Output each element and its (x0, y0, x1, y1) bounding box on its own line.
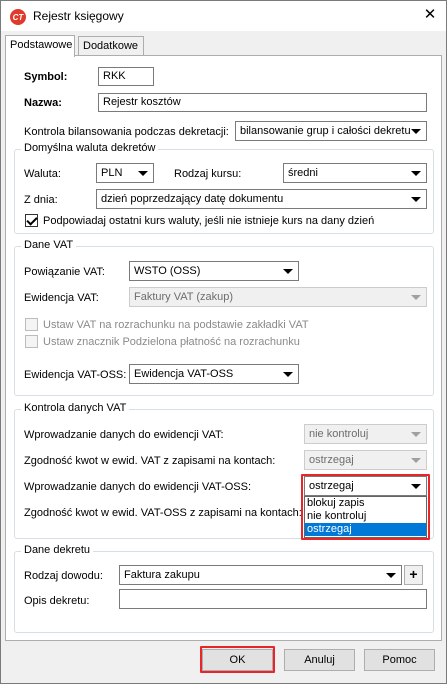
ustaw-znacznik-checkbox[interactable] (25, 335, 38, 348)
nazwa-input[interactable]: Rejestr kosztów (98, 93, 427, 112)
z-dnia-label: Z dnia: (24, 194, 58, 206)
podpowiadaj-label: Podpowiadaj ostatni kurs waluty, jeśli n… (43, 215, 375, 227)
kontrola-group-title: Kontrola danych VAT (21, 402, 130, 414)
ewidencja-oss-label: Ewidencja VAT-OSS: (24, 369, 127, 381)
waluta-value: PLN (101, 167, 123, 179)
wprowadzanie-vat-label: Wprowadzanie danych do ewidencji VAT: (24, 429, 224, 441)
waluta-label: Waluta: (24, 168, 61, 180)
tab-dodatkowe[interactable]: Dodatkowe (78, 36, 144, 56)
tab-panel-podstawowe: Symbol: RKK Nazwa: Rejestr kosztów Kontr… (5, 55, 442, 641)
opis-dekretu-input[interactable] (119, 589, 427, 609)
vat-group-title: Dane VAT (21, 239, 77, 251)
ustaw-vat-checkbox[interactable] (25, 318, 38, 331)
wprowadzanie-oss-label: Wprowadzanie danych do ewidencji VAT-OSS… (24, 481, 252, 493)
help-button[interactable]: Pomoc (364, 649, 435, 671)
chevron-down-icon (138, 171, 148, 176)
rodzaj-kursu-value: średni (288, 167, 318, 179)
zgodnosc-vat-select[interactable]: ostrzegaj (304, 450, 427, 470)
ustaw-znacznik-label: Ustaw znacznik Podzielona płatność na ro… (43, 336, 300, 348)
ewidencja-vat-value: Faktury VAT (zakup) (134, 291, 234, 303)
chevron-down-icon (411, 432, 421, 437)
app-logo-icon: CT (10, 9, 26, 25)
ewidencja-oss-value: Ewidencja VAT-OSS (134, 368, 234, 380)
cancel-button[interactable]: Anuluj (284, 649, 355, 671)
nazwa-label: Nazwa: (24, 97, 62, 109)
chevron-down-icon (411, 295, 421, 300)
z-dnia-select[interactable]: dzień poprzedzający datę dokumentu (96, 189, 427, 209)
chevron-down-icon (411, 197, 421, 202)
powiazanie-vat-select[interactable]: WSTO (OSS) (129, 261, 299, 281)
chevron-down-icon (283, 269, 293, 274)
tab-podstawowe[interactable]: Podstawowe (5, 35, 75, 57)
ok-highlight-frame (200, 646, 275, 673)
z-dnia-value: dzień poprzedzający datę dokumentu (101, 193, 284, 205)
symbol-label: Symbol: (24, 71, 68, 83)
dialog-window: CT Rejestr księgowy ✕ Podstawowe Dodatko… (0, 0, 447, 684)
wprowadzanie-vat-select[interactable]: nie kontroluj (304, 424, 427, 444)
chevron-down-icon (386, 573, 396, 578)
chevron-down-icon (411, 171, 421, 176)
zgodnosc-oss-label: Zgodność kwot w ewid. VAT-OSS z zapisami… (24, 507, 302, 519)
opis-dekretu-label: Opis dekretu: (24, 595, 90, 607)
rodzaj-kursu-select[interactable]: średni (283, 163, 427, 183)
close-icon[interactable]: ✕ (422, 7, 438, 23)
dekret-group-title: Dane dekretu (21, 544, 94, 556)
kontrola-bilansowania-select[interactable]: bilansowanie grup i całości dekretu (235, 121, 427, 141)
rodzaj-dowodu-label: Rodzaj dowodu: (24, 570, 103, 582)
add-dowod-button[interactable]: + (404, 565, 423, 585)
kontrola-bilansowania-label: Kontrola bilansowania podczas dekretacji… (24, 126, 229, 138)
dropdown-highlight-frame (301, 474, 430, 540)
ustaw-vat-label: Ustaw VAT na rozrachunku na podstawie za… (43, 319, 309, 331)
rodzaj-kursu-label: Rodzaj kursu: (174, 168, 242, 180)
ewidencja-vat-select[interactable]: Faktury VAT (zakup) (129, 287, 427, 307)
kontrola-bilansowania-value: bilansowanie grup i całości dekretu (240, 125, 411, 137)
waluta-group-title: Domyślna waluta dekretów (21, 142, 159, 154)
title-bar: CT Rejestr księgowy ✕ (1, 1, 446, 31)
waluta-select[interactable]: PLN (96, 163, 154, 183)
chevron-down-icon (411, 458, 421, 463)
zgodnosc-vat-value: ostrzegaj (309, 454, 354, 466)
chevron-down-icon (411, 129, 421, 134)
wprowadzanie-vat-value: nie kontroluj (309, 428, 369, 440)
rodzaj-dowodu-value: Faktura zakupu (124, 569, 200, 581)
powiazanie-vat-value: WSTO (OSS) (134, 265, 201, 277)
zgodnosc-vat-label: Zgodność kwot w ewid. VAT z zapisami na … (24, 455, 276, 467)
window-title: Rejestr księgowy (33, 9, 124, 23)
chevron-down-icon (283, 372, 293, 377)
podpowiadaj-checkbox[interactable] (25, 214, 38, 227)
powiazanie-vat-label: Powiązanie VAT: (24, 266, 105, 278)
ewidencja-oss-select[interactable]: Ewidencja VAT-OSS (129, 364, 299, 384)
ewidencja-vat-label: Ewidencja VAT: (24, 292, 99, 304)
symbol-input[interactable]: RKK (98, 67, 154, 86)
rodzaj-dowodu-select[interactable]: Faktura zakupu (119, 565, 402, 585)
